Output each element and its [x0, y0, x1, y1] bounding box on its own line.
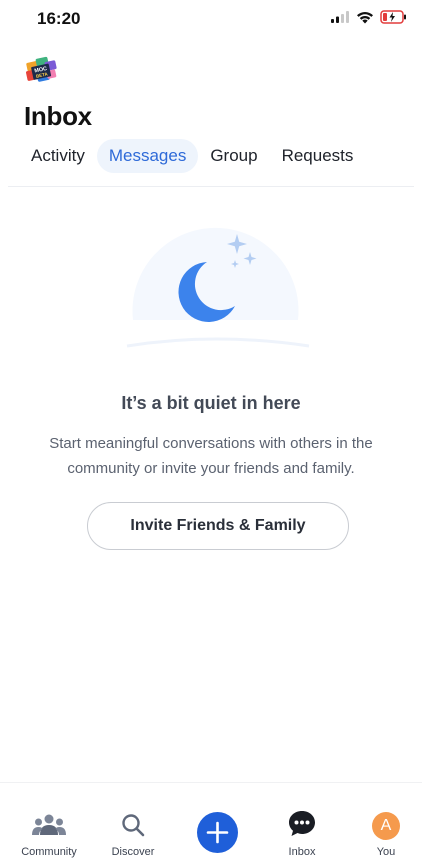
app-logo: MOC BETA	[24, 55, 60, 87]
empty-state-message: Start meaningful conversations with othe…	[49, 435, 373, 477]
signal-icon	[331, 11, 349, 23]
nav-community[interactable]: Community	[14, 783, 84, 860]
invite-friends-button[interactable]: Invite Friends & Family	[87, 502, 349, 550]
page-title: Inbox	[24, 101, 92, 131]
wifi-icon	[357, 11, 373, 23]
plus-icon	[206, 821, 229, 844]
inbox-tabs: Activity Messages Group Requests	[19, 138, 365, 174]
nav-label-community: Community	[21, 846, 77, 858]
compose-button[interactable]	[197, 812, 238, 853]
empty-state-title: It’s a bit quiet in here	[121, 393, 301, 413]
tab-group[interactable]: Group	[198, 139, 269, 173]
status-time: 16:20	[37, 9, 81, 28]
tabs-divider	[8, 186, 414, 187]
nav-label-you: You	[376, 846, 396, 858]
status-bar: 16:20	[0, 0, 422, 40]
nav-inbox[interactable]: Inbox	[267, 783, 337, 860]
avatar: A	[372, 812, 400, 840]
tab-messages[interactable]: Messages	[96, 139, 199, 173]
community-icon	[32, 814, 66, 835]
chat-bubble-icon	[289, 811, 315, 836]
tab-requests[interactable]: Requests	[270, 139, 366, 173]
search-icon	[122, 814, 145, 837]
nav-discover[interactable]: Discover	[98, 783, 168, 860]
moon-stars-icon	[123, 210, 313, 350]
nav-you[interactable]: A You	[351, 783, 421, 860]
battery-charging-icon	[380, 10, 406, 24]
nav-label-discover: Discover	[111, 846, 155, 858]
nav-label-inbox: Inbox	[288, 846, 316, 858]
tab-activity[interactable]: Activity	[19, 139, 97, 173]
status-icons	[331, 10, 408, 24]
